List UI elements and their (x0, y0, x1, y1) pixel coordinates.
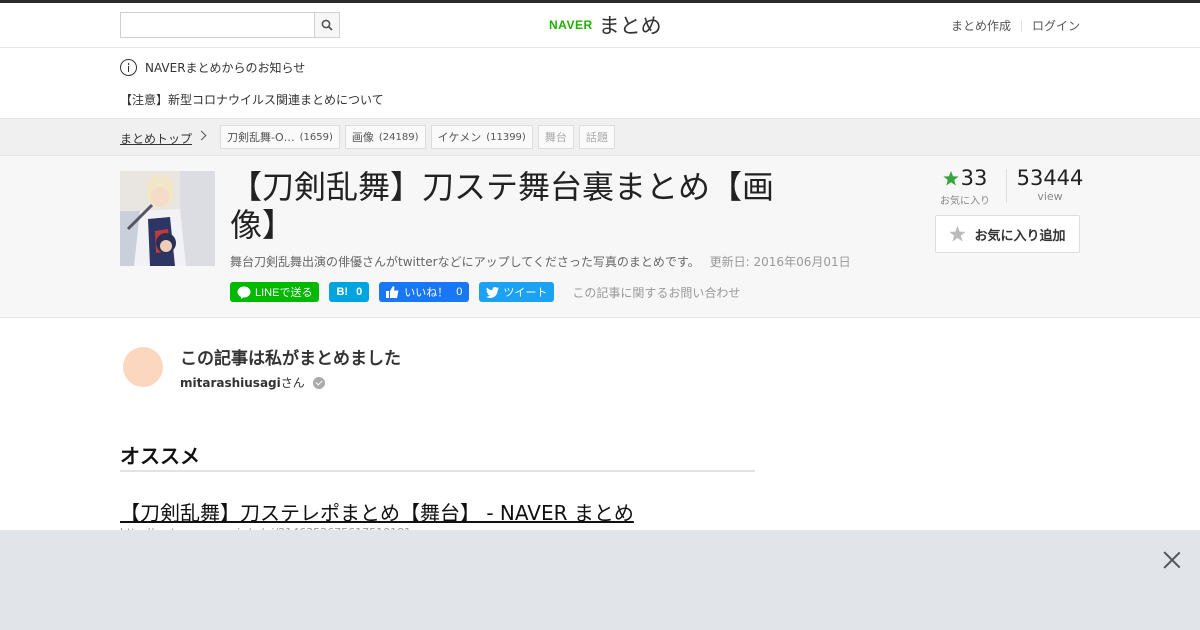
facebook-like-button[interactable]: いいね！ 0 (379, 282, 470, 302)
facebook-like-label: いいね！ (404, 287, 449, 299)
recommend-link[interactable]: 【刀剣乱舞】刀ステレポまとめ【舞台】 - NAVER まとめ (120, 497, 634, 526)
star-outline-icon (949, 226, 967, 242)
share-buttons: LINEで送る B! 0 いいね！ 0 ツイート この記事に関するお問い合わせ (230, 282, 740, 302)
recommend-divider (120, 470, 755, 472)
tag-item[interactable]: 画像 (24189) (344, 125, 426, 149)
favorite-count-label: お気に入り (940, 196, 990, 207)
search-icon (321, 19, 333, 31)
thumbnail-image (120, 171, 215, 266)
author-name-link[interactable]: mitarashiusagi (180, 376, 281, 390)
contact-link[interactable]: この記事に関するお問い合わせ (572, 284, 740, 301)
login-link[interactable]: ログイン (1032, 17, 1080, 34)
close-icon[interactable] (1162, 550, 1182, 570)
article-header: 【刀剣乱舞】刀ステ舞台裏まとめ【画像】 舞台刀剣乱舞出演の俳優さんがtwitte… (0, 156, 1200, 318)
chevron-right-icon (196, 130, 207, 141)
author-suffix: さん (280, 376, 305, 390)
author-info: mitarashiusagi さん (180, 374, 325, 391)
tag-label: 画像 (351, 131, 374, 144)
hatena-icon: B! (336, 286, 349, 298)
tag-label: 話題 (585, 131, 608, 144)
breadcrumb: まとめトップ 刀剣乱舞-O… (1659) 画像 (24189) イケメン (1139… (0, 118, 1200, 156)
verified-check-icon (312, 376, 325, 389)
logo-text: まとめ (598, 14, 662, 38)
header-links: まとめ作成 ログイン (951, 17, 1080, 34)
article-title: 【刀剣乱舞】刀ステ舞台裏まとめ【画像】 (230, 168, 775, 244)
view-count: 53444 view (1015, 166, 1085, 203)
header-divider (1020, 19, 1022, 32)
breadcrumb-top-link[interactable]: まとめトップ (120, 130, 192, 147)
tag-count: (1659) (299, 131, 333, 143)
add-favorite-label: お気に入り追加 (974, 228, 1066, 244)
view-count-number: 53444 (1016, 166, 1084, 190)
hatena-count: 0 (356, 286, 363, 298)
tag-count: (11399) (486, 131, 526, 143)
notice-link[interactable]: 【注意】新型コロナウイルス関連まとめについて (120, 91, 384, 108)
bottom-ad-overlay (0, 530, 1200, 630)
tag-item[interactable]: 話題 (578, 125, 615, 149)
line-icon (237, 286, 251, 299)
recommend-heading: オススメ (120, 444, 200, 468)
tag-count: (24189) (378, 131, 419, 143)
site-header: NAVER まとめ まとめ作成 ログイン (0, 3, 1200, 48)
search-button[interactable] (314, 12, 340, 38)
favorite-count: 33 お気に入り (940, 166, 990, 207)
stats-divider (1006, 169, 1007, 203)
view-count-label: view (1037, 190, 1063, 203)
twitter-bird-icon (486, 286, 500, 298)
info-icon (120, 58, 137, 76)
tag-list: 刀剣乱舞-O… (1659) 画像 (24189) イケメン (11399) 舞台 話… (220, 125, 620, 149)
notice-heading-text: NAVERまとめからのお知らせ (145, 60, 306, 75)
thumbs-up-icon (386, 286, 399, 298)
site-logo[interactable]: NAVER まとめ (549, 11, 662, 39)
line-share-button[interactable]: LINEで送る (230, 282, 320, 302)
hatena-bookmark-button[interactable]: B! 0 (329, 282, 370, 302)
tag-item[interactable]: イケメン (11399) (430, 125, 533, 149)
article-description: 舞台刀剣乱舞出演の俳優さんがtwitterなどにアップしてくださった写真のまとめ… (230, 253, 851, 270)
star-icon (943, 170, 959, 185)
article-description-text: 舞台刀剣乱舞出演の俳優さんがtwitterなどにアップしてくださった写真のまとめ… (230, 255, 700, 269)
article-thumbnail[interactable] (120, 171, 215, 266)
logo-brand: NAVER (549, 18, 593, 32)
tag-label: イケメン (437, 131, 482, 144)
article-updated-date: 更新日: 2016年06月01日 (709, 255, 851, 269)
favorite-count-number-row: 33 (940, 166, 990, 190)
tweet-button[interactable]: ツイート (479, 282, 555, 302)
add-favorite-button[interactable]: お気に入り追加 (935, 215, 1080, 253)
tweet-label: ツイート (503, 287, 548, 299)
tag-item[interactable]: 刀剣乱舞-O… (1659) (220, 125, 340, 149)
search-box (120, 12, 340, 38)
search-input[interactable] (120, 12, 315, 38)
tag-label: 刀剣乱舞-O… (227, 131, 295, 144)
tag-label: 舞台 (544, 131, 567, 144)
favorite-count-number: 33 (960, 166, 988, 190)
line-share-label: LINEで送る (255, 287, 313, 299)
author-heading: この記事は私がまとめました (180, 349, 401, 369)
notice-heading: NAVERまとめからのお知らせ (120, 58, 305, 76)
create-matome-link[interactable]: まとめ作成 (951, 17, 1011, 34)
facebook-like-count: 0 (456, 286, 463, 298)
tag-item[interactable]: 舞台 (537, 125, 574, 149)
avatar[interactable] (123, 347, 163, 387)
